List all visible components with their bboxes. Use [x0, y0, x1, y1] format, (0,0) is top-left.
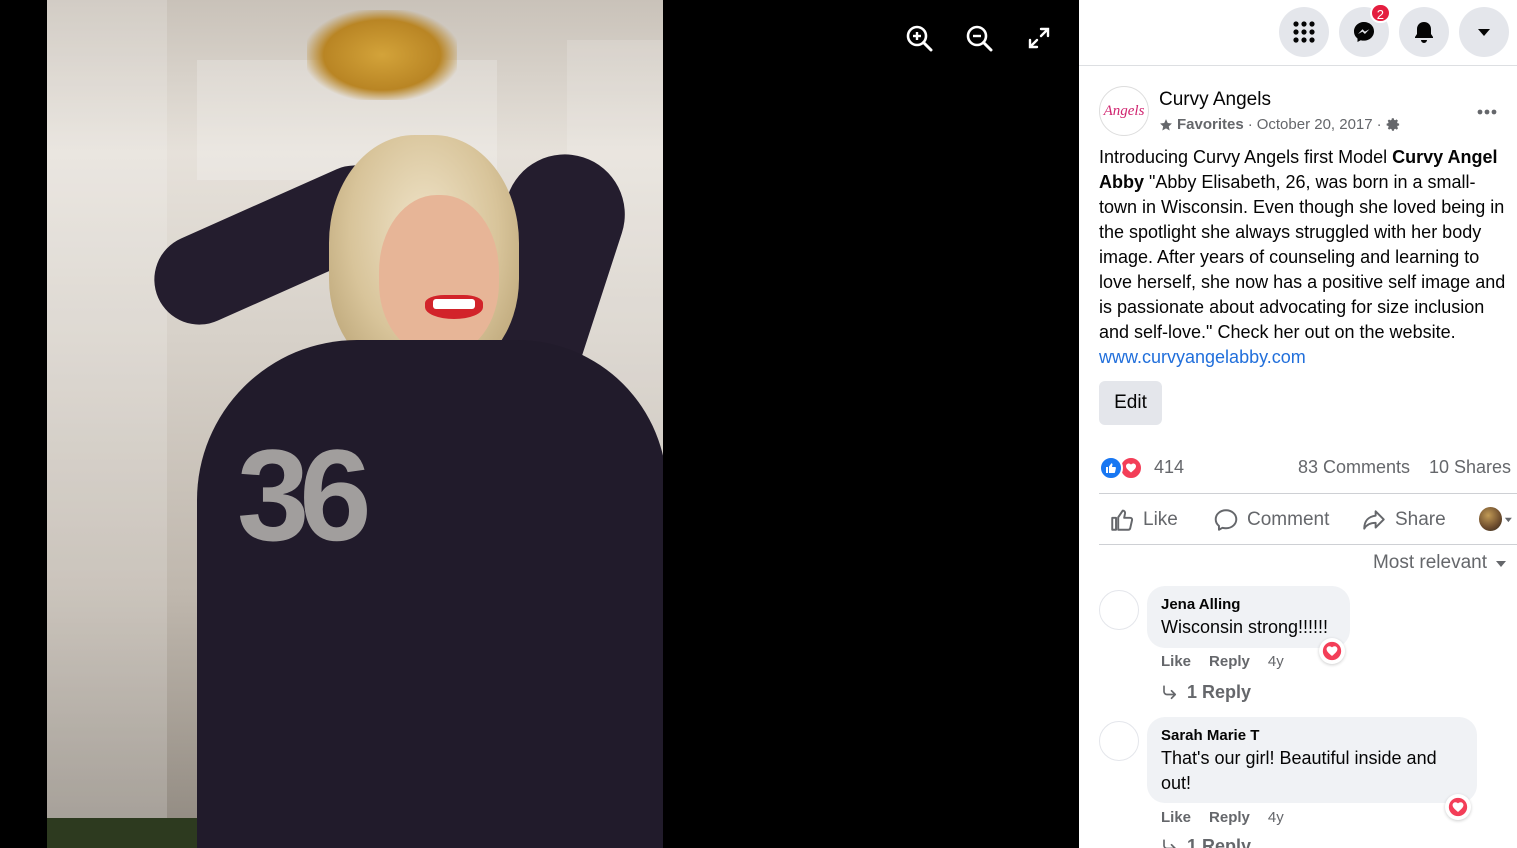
menu-grid-icon[interactable] [1279, 7, 1329, 57]
like-button[interactable]: Like [1109, 494, 1178, 546]
commenter-name[interactable]: Jena Alling [1161, 596, 1336, 613]
view-replies-link[interactable]: 1 Reply [1161, 836, 1251, 848]
commenter-avatar[interactable] [1099, 721, 1139, 761]
website-link[interactable]: www.curvyangelabby.com [1099, 347, 1306, 367]
zoom-out-icon[interactable] [961, 20, 997, 56]
commenter-name[interactable]: Sarah Marie T [1161, 727, 1463, 744]
post-meta: Favorites · October 20, 2017 · [1159, 116, 1401, 133]
comment-bubble: Sarah Marie T That's our girl! Beautiful… [1147, 717, 1477, 803]
notifications-icon[interactable] [1399, 7, 1449, 57]
post-as-avatar[interactable] [1479, 507, 1513, 531]
share-icon [1363, 510, 1385, 530]
love-reaction-icon[interactable] [1319, 638, 1345, 664]
page-name[interactable]: Curvy Angels [1159, 89, 1271, 111]
star-icon [1160, 118, 1172, 130]
reaction-icons[interactable] [1099, 456, 1147, 480]
page-avatar[interactable]: Angels [1099, 86, 1149, 136]
comments-count[interactable]: 83 Comments [1298, 457, 1410, 478]
comment-age[interactable]: 4y [1268, 809, 1284, 826]
top-bar: 2 [1079, 0, 1517, 66]
more-options-icon[interactable] [1469, 94, 1505, 130]
chevron-down-icon [1496, 561, 1506, 567]
comment-bubble: Jena Alling Wisconsin strong!!!!!! [1147, 586, 1350, 648]
thumbs-up-icon [1111, 509, 1134, 531]
post-text: Introducing Curvy Angels first Model Cur… [1099, 147, 1506, 367]
post-photo[interactable]: 36 [47, 0, 663, 848]
sweatshirt-print: 36 [237, 422, 372, 568]
gear-icon[interactable] [1386, 117, 1401, 132]
comment-label: Comment [1247, 509, 1330, 530]
comment-button[interactable]: Comment [1213, 494, 1329, 546]
replies-label: 1 Reply [1187, 836, 1252, 848]
replies-label: 1 Reply [1187, 682, 1252, 702]
reply-arrow-icon [1163, 838, 1177, 848]
comment-text: That's our girl! Beautiful inside and ou… [1161, 748, 1437, 793]
love-reaction-icon[interactable] [1445, 794, 1471, 820]
like-label: Like [1143, 509, 1178, 530]
post-actions: Like Comment Share [1099, 493, 1517, 545]
comment-like-link[interactable]: Like [1161, 653, 1191, 670]
comment-actions: Like Reply 4y [1161, 809, 1284, 826]
reply-arrow-icon [1163, 684, 1177, 699]
comment-sort-dropdown[interactable]: Most relevant [1373, 552, 1507, 574]
comment-actions: Like Reply 4y [1161, 653, 1284, 670]
comment-reply-link[interactable]: Reply [1209, 809, 1250, 826]
account-caret-icon[interactable] [1459, 7, 1509, 57]
comment-icon [1214, 509, 1238, 531]
edit-button[interactable]: Edit [1099, 381, 1162, 425]
commenter-avatar[interactable] [1099, 590, 1139, 630]
share-label: Share [1395, 509, 1446, 530]
post-stats: 414 83 Comments 10 Shares [1099, 455, 1511, 481]
comment-like-link[interactable]: Like [1161, 809, 1191, 826]
comment-item: Sarah Marie T That's our girl! Beautiful… [1099, 717, 1517, 848]
avatar-logo-text: Angels [1103, 102, 1145, 119]
audience-label[interactable]: Favorites [1177, 116, 1244, 133]
messenger-icon[interactable]: 2 [1339, 3, 1391, 57]
post-panel: 2 Angels Curvy Angels Favorites · Octobe… [1079, 0, 1517, 848]
shares-count[interactable]: 10 Shares [1429, 457, 1511, 478]
photo-viewer: 36 [0, 0, 1079, 848]
messenger-badge: 2 [1369, 3, 1391, 23]
sort-label: Most relevant [1372, 552, 1487, 573]
chevron-down-icon [1505, 517, 1513, 522]
like-reaction-icon [1099, 456, 1123, 480]
comment-age[interactable]: 4y [1268, 653, 1284, 670]
share-button[interactable]: Share [1361, 494, 1446, 546]
post-header: Angels Curvy Angels Favorites · October … [1099, 86, 1509, 140]
comment-item: Jena Alling Wisconsin strong!!!!!! Like … [1099, 586, 1517, 706]
view-replies-link[interactable]: 1 Reply [1161, 682, 1251, 703]
user-avatar [1479, 507, 1503, 531]
reaction-count[interactable]: 414 [1154, 457, 1184, 478]
comment-reply-link[interactable]: Reply [1209, 653, 1250, 670]
fullscreen-icon[interactable] [1021, 20, 1057, 56]
comment-text: Wisconsin strong!!!!!! [1161, 617, 1329, 637]
post-date[interactable]: October 20, 2017 [1257, 116, 1373, 133]
zoom-in-icon[interactable] [901, 20, 937, 56]
